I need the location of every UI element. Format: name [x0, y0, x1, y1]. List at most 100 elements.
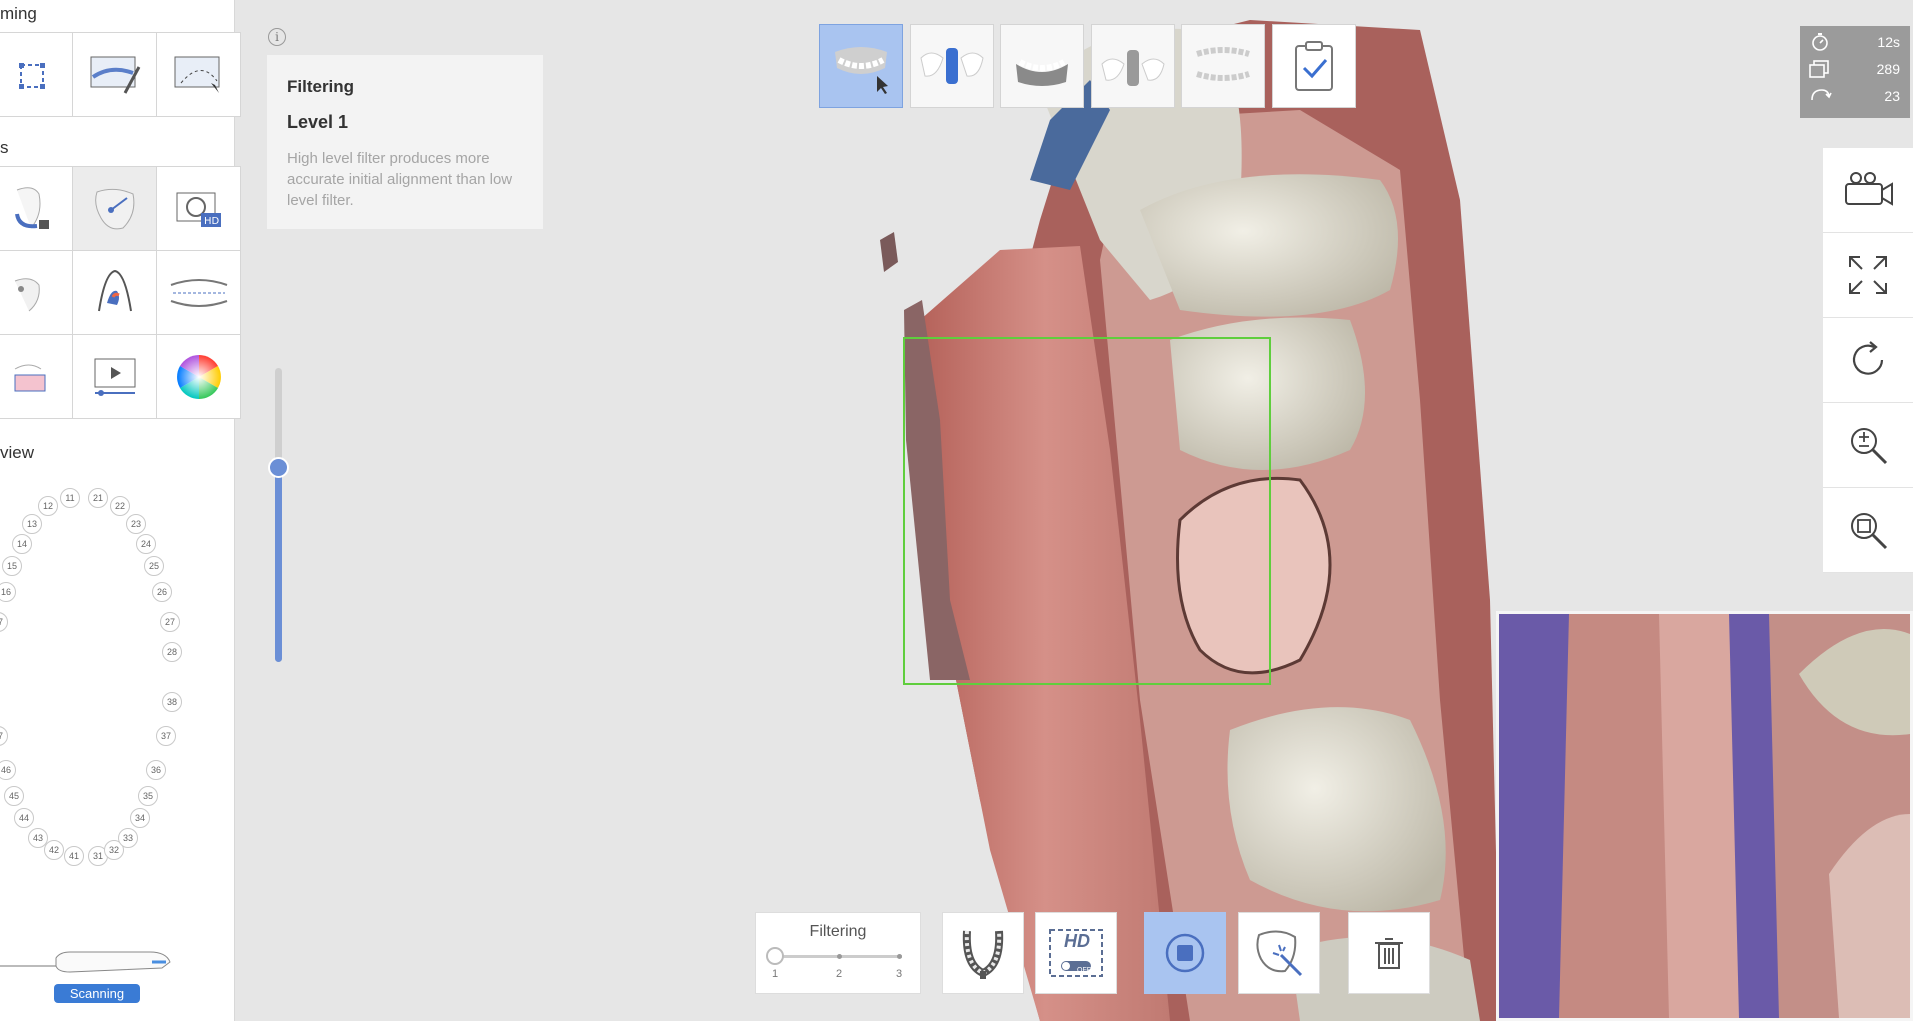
svg-text:HD: HD	[204, 216, 220, 227]
smart-filter-tool[interactable]	[73, 167, 157, 251]
tooth-33[interactable]: 33	[118, 828, 138, 848]
tooth-14[interactable]: 14	[12, 534, 32, 554]
rect-select-icon	[18, 62, 45, 89]
stage-scanbody-upper[interactable]	[910, 24, 994, 108]
hd-label: HD	[1064, 931, 1090, 951]
hd-capture-tool[interactable]: HD	[157, 167, 241, 251]
upper-jaw-icon	[835, 47, 888, 94]
trim-tools-grid	[0, 32, 241, 117]
info-title: Filtering	[287, 77, 355, 96]
brush-trim-tool[interactable]	[73, 33, 157, 117]
info-level: Level 1	[287, 112, 349, 132]
tooth-41[interactable]: 41	[64, 846, 84, 866]
expand-icon	[1849, 256, 1887, 294]
tooth-11[interactable]: 11	[60, 488, 80, 508]
stat-frames-value: 289	[1876, 61, 1900, 77]
stage-scanbody-lower[interactable]	[1091, 24, 1175, 108]
tooth-37[interactable]: 37	[156, 726, 176, 746]
arch-mode-button[interactable]	[942, 912, 1024, 994]
zoom-area-button[interactable]	[1823, 488, 1913, 573]
tooth-view-icon	[14, 277, 40, 311]
section-title-tools: s	[0, 138, 9, 157]
tooth-23[interactable]: 23	[126, 514, 146, 534]
zoom-button[interactable]	[1823, 403, 1913, 488]
camera-view-button[interactable]	[1823, 148, 1913, 233]
stage-review[interactable]	[1272, 24, 1356, 108]
stage-maxilla[interactable]	[819, 24, 903, 108]
vertical-slider-fill	[275, 466, 282, 662]
rotation-icon	[1811, 89, 1832, 101]
vertical-slider-handle[interactable]	[268, 457, 289, 478]
live-camera-preview	[1496, 611, 1913, 1021]
tooth-view-tool[interactable]	[0, 251, 73, 335]
view-toolbar	[1823, 148, 1913, 573]
zoom-area-icon	[1851, 513, 1888, 550]
hd-camera-icon: HD	[176, 192, 221, 227]
tooth-44[interactable]: 44	[14, 808, 34, 828]
delete-button[interactable]	[1348, 912, 1430, 994]
video-play-icon	[94, 358, 135, 396]
scan-tools-grid: HD	[0, 166, 241, 419]
undercut-icon	[97, 269, 132, 311]
ai-cleanup-button[interactable]	[1238, 912, 1320, 994]
tooth-12[interactable]: 12	[38, 496, 58, 516]
lasso-trim-tool[interactable]	[157, 33, 241, 117]
hd-toggle-button[interactable]: HD OFF	[1035, 912, 1117, 994]
trash-icon	[1375, 938, 1403, 969]
filtering-handle[interactable]	[766, 947, 784, 965]
tooth-25[interactable]: 25	[144, 556, 164, 576]
tooth-26[interactable]: 26	[152, 582, 172, 602]
info-icon[interactable]: i	[268, 28, 286, 46]
tooth-34[interactable]: 34	[130, 808, 150, 828]
tooth-16[interactable]: 16	[0, 582, 16, 602]
occlusion-tool[interactable]	[157, 251, 241, 335]
stop-scan-button[interactable]	[1144, 912, 1226, 994]
tooth-24[interactable]: 24	[136, 534, 156, 554]
tooth-chart: 11 12 13 14 15 16 17 21 22 23 24 25 26 2…	[0, 478, 200, 878]
tooth-36[interactable]: 36	[146, 760, 166, 780]
tooth-45[interactable]: 45	[4, 786, 24, 806]
undercut-tool[interactable]	[73, 251, 157, 335]
tooth-17[interactable]: 17	[0, 612, 8, 632]
scanbody-upper-icon	[920, 48, 984, 84]
stat-rotations: 23	[1808, 84, 1904, 108]
rect-select-tool[interactable]	[0, 33, 73, 117]
stat-time: 12s	[1808, 30, 1904, 54]
tooth-filter-icon	[94, 188, 134, 229]
fit-to-screen-button[interactable]	[1823, 233, 1913, 318]
gingiva-icon	[14, 364, 45, 391]
tooth-46[interactable]: 46	[0, 760, 16, 780]
stage-occlusion[interactable]	[1181, 24, 1265, 108]
filtering-info-panel: Filtering Level 1 High level filter prod…	[267, 55, 543, 229]
tooth-13[interactable]: 13	[22, 514, 42, 534]
tooth-15[interactable]: 15	[2, 556, 22, 576]
tooth-38[interactable]: 38	[162, 692, 182, 712]
reset-view-button[interactable]	[1823, 318, 1913, 403]
lower-jaw-icon	[1016, 59, 1068, 86]
magic-tooth-icon	[1256, 930, 1303, 977]
lock-region-tool[interactable]	[0, 167, 73, 251]
tooth-35[interactable]: 35	[138, 786, 158, 806]
stopwatch-icon	[1812, 33, 1828, 51]
scan-stats-panel: 12s 289 23	[1800, 26, 1910, 118]
playback-tool[interactable]	[73, 335, 157, 419]
gingiva-tool[interactable]	[0, 335, 73, 419]
filtering-step-dot	[897, 954, 902, 959]
brush-trim-icon	[90, 56, 140, 94]
occlusion-teeth-icon	[170, 278, 227, 307]
tooth-42[interactable]: 42	[44, 840, 64, 860]
stat-time-value: 12s	[1877, 34, 1900, 50]
color-map-tool[interactable]	[157, 335, 241, 419]
tooth-27[interactable]: 27	[160, 612, 180, 632]
color-wheel-icon	[176, 354, 221, 399]
tooth-47[interactable]: 47	[0, 726, 8, 746]
tooth-28[interactable]: 28	[162, 642, 182, 662]
stage-mandible[interactable]	[1000, 24, 1084, 108]
tooth-43[interactable]: 43	[28, 828, 48, 848]
scanbody-lower-icon	[1101, 50, 1165, 86]
dental-arch-icon	[962, 930, 1004, 979]
filtering-slider-box[interactable]: Filtering 1 2 3	[755, 912, 921, 994]
tooth-22[interactable]: 22	[110, 496, 130, 516]
tooth-21[interactable]: 21	[88, 488, 108, 508]
rotate-icon	[1852, 341, 1884, 375]
